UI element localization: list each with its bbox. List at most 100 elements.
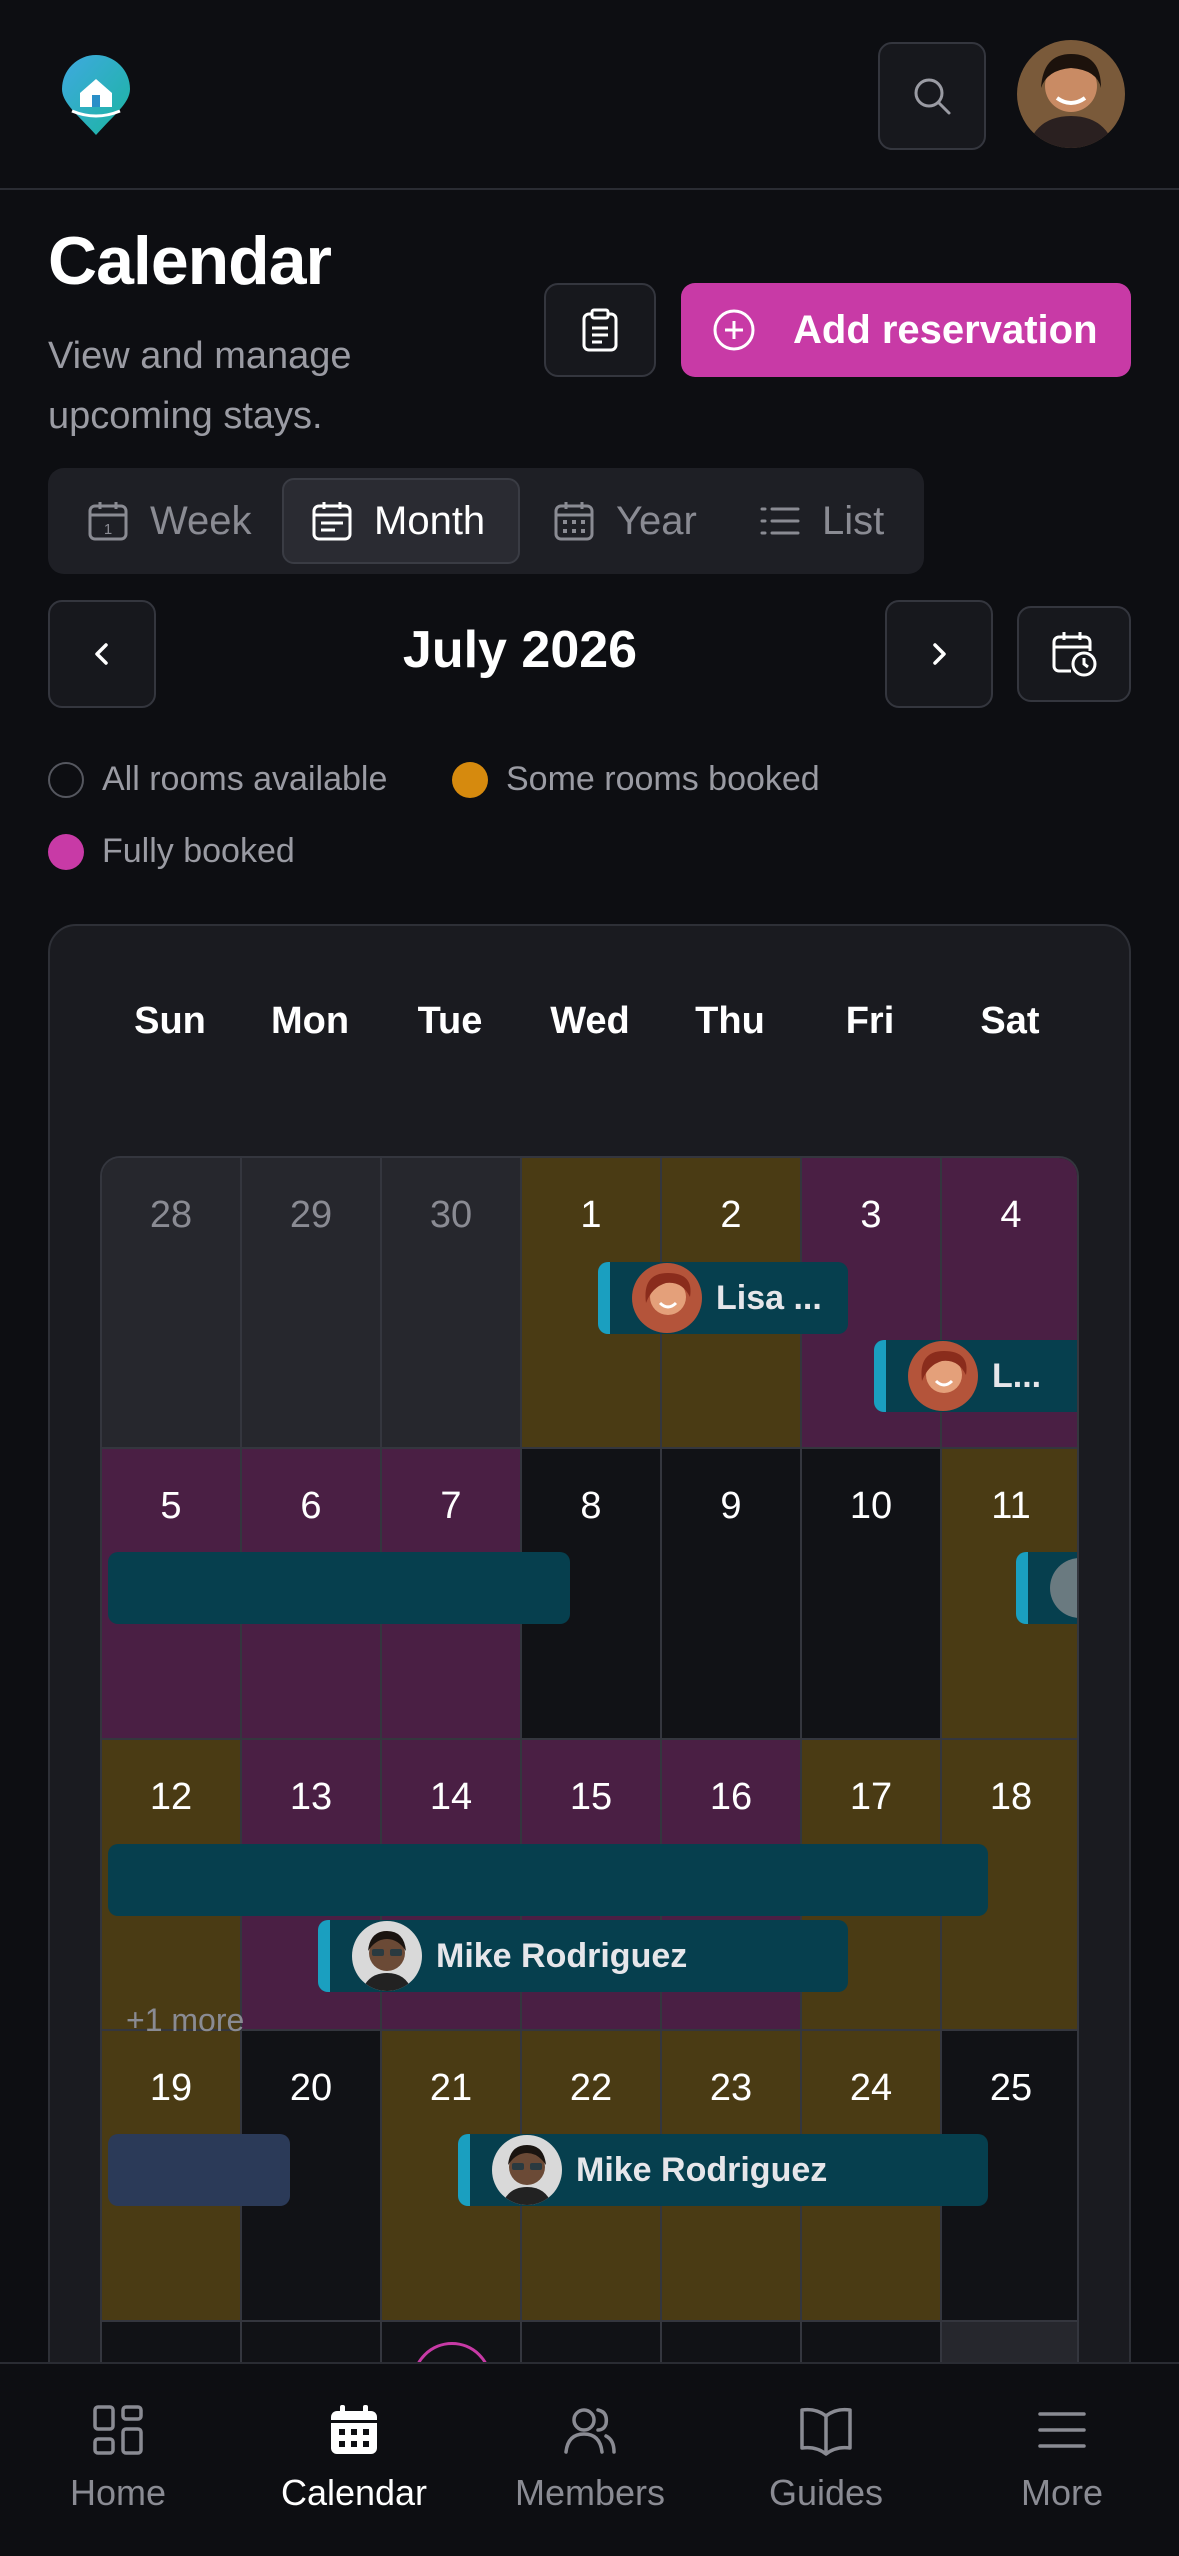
calendar-year-icon (554, 502, 594, 541)
guest-avatar (1050, 1558, 1077, 1618)
day-number: 1 (580, 1194, 602, 1236)
clipboard-icon (582, 308, 618, 352)
guest-name: Mike Rodriguez (576, 2150, 828, 2189)
tab-week[interactable]: 1 Week (86, 478, 252, 564)
day-number: 17 (849, 1776, 893, 1818)
day-number: 25 (989, 2067, 1033, 2109)
calendar-day-icon: 1 (88, 502, 128, 541)
weekday-sun: Sun (134, 1000, 206, 1042)
legend-fully-booked-label: Fully booked (102, 832, 295, 870)
nav-members[interactable]: Members (472, 2402, 708, 2514)
nav-calendar-label: Calendar (280, 2472, 428, 2513)
tab-month-label: Month (374, 498, 486, 543)
chevron-right-icon (933, 643, 946, 665)
day-number: 16 (709, 1776, 753, 1818)
tab-year[interactable]: Year (552, 478, 697, 564)
reservation-bar[interactable]: Mike Rodriguez (458, 2134, 988, 2206)
guest-avatar (492, 2135, 562, 2205)
day-cell[interactable] (522, 2322, 662, 2364)
beach-house-logo[interactable] (58, 55, 134, 137)
nav-guides[interactable]: Guides (708, 2402, 944, 2514)
today-button[interactable] (1017, 606, 1131, 702)
nav-more[interactable]: More (944, 2402, 1179, 2514)
top-bar (0, 0, 1179, 190)
calendar-clock-icon (1052, 632, 1097, 677)
add-reservation-label: Add reservation (793, 307, 1098, 352)
weekday-sat: Sat (980, 1000, 1040, 1042)
reservation-accent (458, 2134, 470, 2206)
grid-icon (93, 2405, 143, 2455)
reservation-bar[interactable] (1016, 1552, 1077, 1624)
day-number: 24 (849, 2067, 893, 2109)
nav-members-label: Members (514, 2472, 666, 2513)
day-cell[interactable] (942, 2322, 1077, 2364)
calendar-month-icon (312, 502, 352, 541)
weekday-tue: Tue (417, 1000, 483, 1042)
day-cell[interactable] (102, 2322, 242, 2364)
more-reservations-link[interactable]: +1 more (126, 2002, 244, 2039)
guest-name: Lisa ... (716, 1278, 822, 1317)
user-avatar[interactable] (1017, 40, 1125, 148)
menu-icon (1038, 2412, 1086, 2448)
list-icon (760, 507, 800, 535)
plus-circle-icon (713, 309, 755, 351)
reservation-bar[interactable] (108, 1844, 988, 1916)
tab-list[interactable]: List (758, 478, 884, 564)
day-number: 5 (160, 1485, 182, 1527)
reservation-bar[interactable]: Lisa ... (598, 1262, 848, 1334)
nav-calendar[interactable]: Calendar (236, 2402, 472, 2514)
month-grid: 28 29 30 1 2 3 4 5 6 7 8 9 10 11 12 13 1… (100, 1156, 1079, 2364)
day-number: 22 (569, 2067, 613, 2109)
reservation-accent (598, 1262, 610, 1334)
calendar-icon (331, 2405, 377, 2454)
day-cell[interactable]: 28 (102, 1158, 242, 1449)
legend-fully-booked-dot (48, 833, 84, 870)
day-number: 15 (569, 1776, 613, 1818)
weekday-mon: Mon (270, 1000, 350, 1042)
add-reservation-button[interactable]: Add reservation (681, 283, 1131, 377)
legend-available-label: All rooms available (102, 760, 388, 798)
page-title: Calendar (48, 223, 332, 299)
day-cell[interactable]: 9 (662, 1449, 802, 1740)
day-number: 21 (429, 2067, 473, 2109)
day-cell[interactable] (662, 2322, 802, 2364)
day-cell[interactable]: 30 (382, 1158, 522, 1449)
next-month-button[interactable] (885, 600, 993, 708)
users-icon (564, 2408, 616, 2454)
day-cell[interactable]: 29 (242, 1158, 382, 1449)
weekday-wed: Wed (550, 1000, 630, 1042)
day-number: 28 (149, 1194, 193, 1236)
page-subtitle: View and manage upcoming stays. (48, 335, 352, 437)
nav-home[interactable]: Home (0, 2402, 236, 2514)
legend-available-dot (48, 761, 84, 798)
weekday-thu: Thu (695, 1000, 765, 1042)
search-button[interactable] (878, 42, 986, 150)
search-icon (914, 78, 951, 115)
reservation-accent (874, 1340, 886, 1412)
day-number: 20 (289, 2067, 333, 2109)
tab-month[interactable]: Month (282, 478, 520, 564)
day-cell[interactable] (802, 2322, 942, 2364)
day-cell[interactable] (382, 2322, 522, 2364)
tab-list-label: List (822, 498, 885, 543)
reservation-accent (1016, 1552, 1028, 1624)
reservation-bar[interactable] (108, 2134, 290, 2206)
chevron-left-icon (95, 643, 108, 665)
legend-fully-booked: Fully booked (48, 832, 295, 871)
day-number: 29 (289, 1194, 333, 1236)
bottom-nav: Home Calendar Members Guides More (0, 2362, 1179, 2556)
day-number: 12 (149, 1776, 193, 1818)
reservation-bar[interactable]: L... (874, 1340, 1077, 1412)
day-number: 30 (429, 1194, 473, 1236)
day-number: 11 (991, 1485, 1031, 1527)
day-number: 4 (1000, 1194, 1022, 1236)
day-cell[interactable] (242, 2322, 382, 2364)
guest-avatar (908, 1341, 978, 1411)
day-cell[interactable]: 10 (802, 1449, 942, 1740)
prev-month-button[interactable] (48, 600, 156, 708)
nav-more-label: More (1020, 2472, 1104, 2513)
clipboard-button[interactable] (544, 283, 656, 377)
reservation-bar[interactable]: Mike Rodriguez (318, 1920, 848, 1992)
today-marker (412, 2342, 492, 2364)
reservation-bar[interactable] (108, 1552, 570, 1624)
